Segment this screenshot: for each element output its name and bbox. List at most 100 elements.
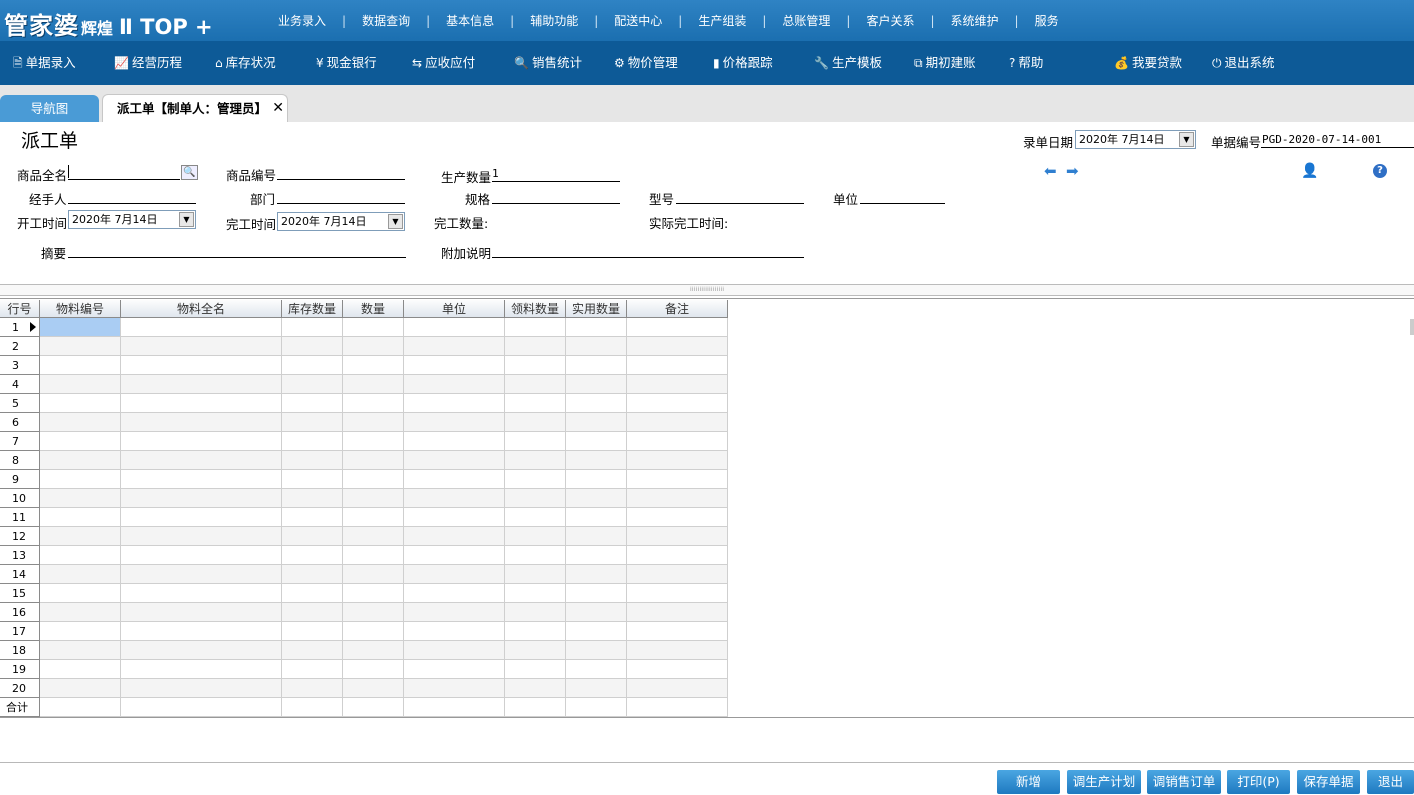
table-cell[interactable] [282, 356, 343, 375]
table-cell[interactable] [404, 641, 505, 660]
table-cell[interactable] [40, 394, 121, 413]
table-cell[interactable] [40, 432, 121, 451]
table-cell[interactable] [404, 470, 505, 489]
table-cell[interactable] [505, 622, 566, 641]
table-cell[interactable] [121, 489, 282, 508]
table-row[interactable]: 2 [0, 337, 728, 356]
table-cell[interactable] [40, 337, 121, 356]
arrow-left-icon[interactable]: ⬅ [1044, 162, 1057, 180]
table-cell[interactable] [282, 565, 343, 584]
table-cell[interactable] [627, 622, 728, 641]
help-icon[interactable]: ? [1373, 164, 1387, 178]
table-cell[interactable] [566, 470, 627, 489]
table-cell[interactable] [40, 698, 121, 717]
table-cell[interactable] [343, 679, 404, 698]
table-cell[interactable] [121, 584, 282, 603]
table-cell[interactable] [404, 603, 505, 622]
table-cell[interactable] [404, 546, 505, 565]
table-cell[interactable] [282, 375, 343, 394]
table-cell[interactable] [404, 318, 505, 337]
table-cell[interactable] [404, 337, 505, 356]
top-menu-item[interactable]: 生产组装 [682, 12, 762, 29]
table-cell[interactable] [121, 527, 282, 546]
top-menu-item[interactable]: 总账管理 [766, 12, 846, 29]
table-row[interactable]: 18 [0, 641, 728, 660]
table-cell[interactable] [343, 565, 404, 584]
table-cell[interactable] [627, 451, 728, 470]
table-cell[interactable] [282, 603, 343, 622]
table-cell[interactable] [505, 565, 566, 584]
model-input[interactable] [676, 203, 804, 204]
table-cell[interactable] [505, 641, 566, 660]
table-cell[interactable] [282, 641, 343, 660]
column-header[interactable]: 备注 [627, 300, 728, 318]
table-cell[interactable] [282, 698, 343, 717]
table-cell[interactable] [566, 451, 627, 470]
table-cell[interactable] [282, 546, 343, 565]
product-name-input[interactable] [68, 179, 180, 180]
table-cell[interactable] [566, 622, 627, 641]
table-cell[interactable] [505, 318, 566, 337]
table-cell[interactable] [404, 565, 505, 584]
table-cell[interactable] [566, 508, 627, 527]
table-cell[interactable] [566, 546, 627, 565]
table-cell[interactable] [343, 489, 404, 508]
table-cell[interactable] [40, 470, 121, 489]
table-cell[interactable] [40, 679, 121, 698]
table-cell[interactable] [121, 413, 282, 432]
column-header[interactable]: 数量 [343, 300, 404, 318]
table-cell[interactable] [627, 394, 728, 413]
table-cell[interactable] [121, 375, 282, 394]
table-cell[interactable] [404, 375, 505, 394]
start-time-picker[interactable]: 2020年 7月14日 ▼ [68, 210, 196, 229]
table-row[interactable]: 19 [0, 660, 728, 679]
toolbar-item[interactable]: ⏻ 退出系统 [1212, 41, 1275, 85]
table-cell[interactable] [404, 660, 505, 679]
table-cell[interactable] [343, 660, 404, 679]
handler-input[interactable] [68, 203, 196, 204]
table-cell[interactable] [343, 546, 404, 565]
table-cell[interactable] [505, 337, 566, 356]
toolbar-item[interactable]: ⇆ 应收应付 [412, 41, 475, 85]
table-cell[interactable] [505, 413, 566, 432]
table-cell[interactable] [627, 698, 728, 717]
table-cell[interactable] [343, 337, 404, 356]
table-cell[interactable] [282, 337, 343, 356]
table-cell[interactable] [566, 603, 627, 622]
table-cell[interactable] [566, 394, 627, 413]
table-cell[interactable] [505, 489, 566, 508]
table-row[interactable]: 8 [0, 451, 728, 470]
table-cell[interactable] [566, 641, 627, 660]
table-cell[interactable] [343, 318, 404, 337]
table-cell[interactable] [566, 413, 627, 432]
note-input[interactable] [492, 257, 804, 258]
column-header[interactable]: 领料数量 [505, 300, 566, 318]
table-cell[interactable] [282, 470, 343, 489]
table-cell[interactable] [404, 432, 505, 451]
table-cell[interactable] [121, 451, 282, 470]
table-cell[interactable] [40, 565, 121, 584]
table-cell[interactable] [627, 375, 728, 394]
table-cell[interactable] [40, 584, 121, 603]
table-cell[interactable] [627, 470, 728, 489]
table-cell[interactable] [40, 660, 121, 679]
table-cell[interactable] [121, 546, 282, 565]
column-header[interactable]: 物料全名 [121, 300, 282, 318]
top-menu-item[interactable]: 系统维护 [935, 12, 1015, 29]
table-cell[interactable] [343, 622, 404, 641]
table-cell[interactable] [121, 356, 282, 375]
top-menu-item[interactable]: 基本信息 [430, 12, 510, 29]
table-cell[interactable] [40, 375, 121, 394]
table-cell[interactable] [121, 565, 282, 584]
table-cell[interactable] [40, 451, 121, 470]
table-cell[interactable] [121, 470, 282, 489]
action-button[interactable]: 退出 [1367, 770, 1414, 794]
table-cell[interactable] [121, 318, 282, 337]
table-cell[interactable] [404, 489, 505, 508]
table-cell[interactable] [566, 375, 627, 394]
chevron-down-icon[interactable]: ▼ [388, 214, 403, 229]
table-cell[interactable] [343, 603, 404, 622]
table-cell[interactable] [627, 508, 728, 527]
table-row[interactable]: 5 [0, 394, 728, 413]
table-cell[interactable] [566, 356, 627, 375]
